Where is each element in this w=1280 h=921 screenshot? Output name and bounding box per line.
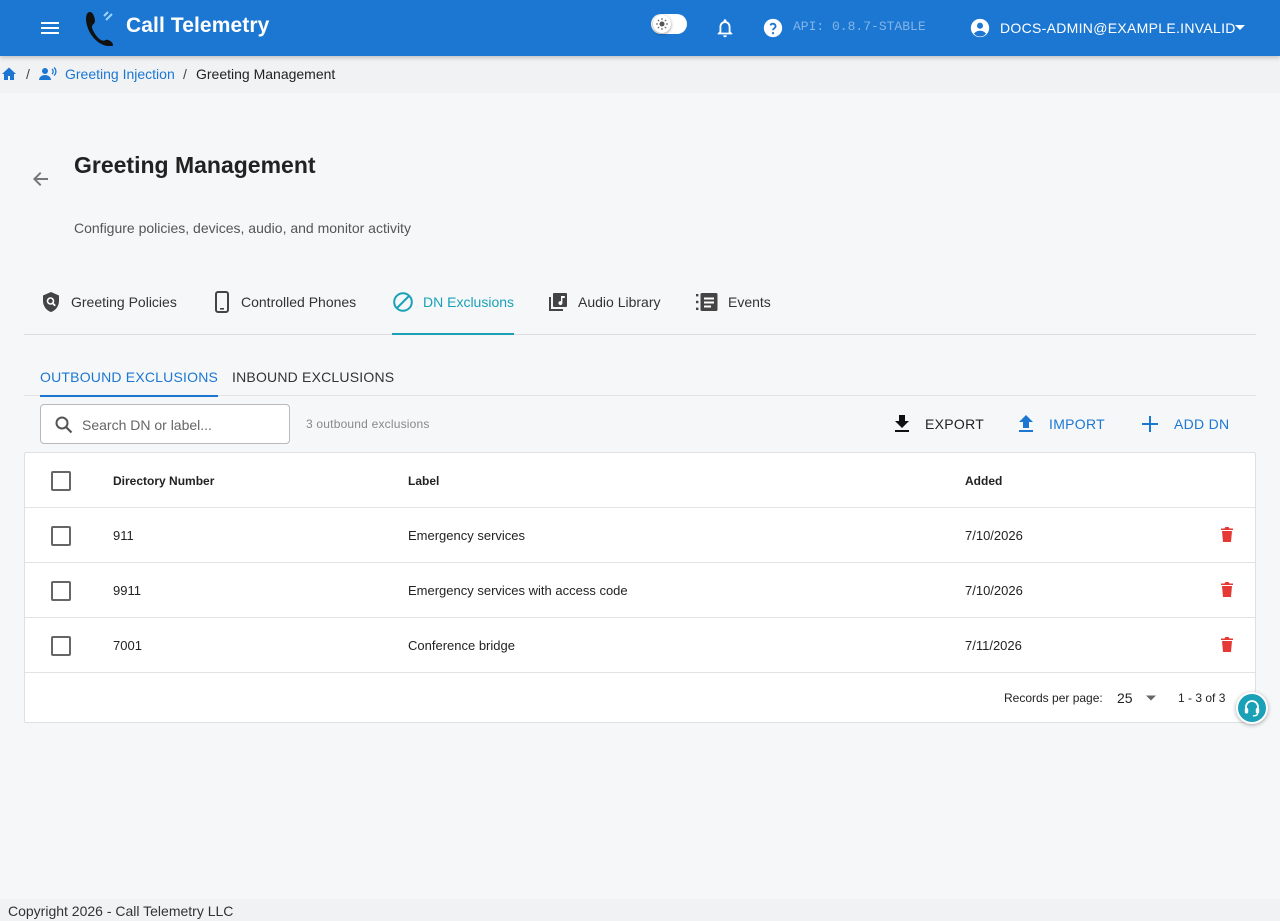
- header-label[interactable]: Label: [408, 474, 439, 488]
- tab-controlled-phones[interactable]: Controlled Phones: [212, 270, 356, 334]
- tab-audio-library[interactable]: Audio Library: [547, 270, 661, 334]
- main-tabs: Greeting Policies Controlled Phones DN E…: [24, 270, 1256, 335]
- add-dn-button[interactable]: ADD DN: [1140, 411, 1229, 437]
- shield-search-icon: [43, 292, 59, 312]
- table-row: 9911 Emergency services with access code…: [25, 563, 1255, 618]
- exclusions-table: Directory Number Label Added 911 Emergen…: [24, 452, 1256, 723]
- chevron-down-icon[interactable]: [1231, 22, 1249, 34]
- exclusion-direction-tabs: OUTBOUND EXCLUSIONS INBOUND EXCLUSIONS: [24, 358, 1256, 397]
- tab-label: Greeting Policies: [71, 294, 177, 310]
- bell-icon[interactable]: [714, 17, 736, 39]
- header-added[interactable]: Added: [965, 474, 1002, 488]
- table-pagination: Records per page: 25 1 - 3 of 3: [25, 673, 1255, 723]
- tab-label: Controlled Phones: [241, 294, 357, 310]
- search-field: [40, 404, 290, 444]
- app-title: Call Telemetry: [126, 14, 270, 37]
- upload-icon: [1019, 415, 1033, 432]
- page-subtitle: Configure policies, devices, audio, and …: [74, 220, 411, 236]
- add-dn-label: ADD DN: [1174, 416, 1230, 432]
- music-library-icon: [549, 293, 567, 311]
- search-icon: [55, 416, 73, 434]
- delete-icon[interactable]: [1221, 637, 1233, 652]
- table-row: 7001 Conference bridge 7/11/2026: [25, 618, 1255, 673]
- tab-events[interactable]: Events: [695, 270, 771, 334]
- cell-added: 7/10/2026: [965, 583, 1023, 598]
- sun-icon: [653, 15, 671, 33]
- table-header: Directory Number Label Added: [25, 453, 1255, 508]
- export-label: EXPORT: [925, 416, 985, 432]
- api-version: API: 0.8.7-STABLE: [793, 19, 926, 34]
- app-bar: Call Telemetry API: 0.8.7-STABLE DOCS-AD…: [0, 0, 1280, 56]
- records-per-page-label: Records per page:: [1004, 691, 1103, 705]
- cell-dn: 911: [113, 528, 134, 543]
- header-directory-number[interactable]: Directory Number: [113, 474, 214, 488]
- cell-dn: 9911: [113, 583, 141, 598]
- records-per-page-value: 25: [1117, 690, 1133, 706]
- download-icon: [895, 415, 909, 432]
- account-menu[interactable]: DOCS-ADMIN@EXAMPLE.INVALID: [1000, 20, 1236, 36]
- row-checkbox[interactable]: [51, 636, 71, 656]
- export-button[interactable]: EXPORT: [893, 411, 984, 437]
- tab-greeting-policies[interactable]: Greeting Policies: [40, 270, 177, 334]
- row-checkbox[interactable]: [51, 581, 71, 601]
- import-button[interactable]: IMPORT: [1017, 411, 1105, 437]
- headset-icon: [1244, 700, 1260, 717]
- breadcrumb-current: Greeting Management: [196, 66, 336, 82]
- tab-label: DN Exclusions: [423, 294, 515, 310]
- cancel-icon: [393, 292, 413, 312]
- search-input[interactable]: [82, 414, 282, 436]
- chevron-down-icon: [1146, 695, 1156, 701]
- list-icon: [696, 293, 718, 311]
- cell-label: Emergency services with access code: [408, 583, 628, 598]
- phone-icon: [215, 291, 229, 313]
- theme-toggle[interactable]: [651, 14, 687, 34]
- back-arrow-icon[interactable]: [30, 168, 52, 190]
- tab-label: Audio Library: [578, 294, 661, 310]
- greeting-injection-icon: [39, 66, 57, 80]
- help-icon[interactable]: [762, 17, 784, 39]
- breadcrumb-separator: /: [26, 66, 30, 82]
- select-all-checkbox[interactable]: [51, 471, 71, 491]
- cell-label: Conference bridge: [408, 638, 515, 653]
- call-telemetry-logo: [86, 11, 113, 46]
- page-title: Greeting Management: [74, 152, 316, 178]
- home-icon[interactable]: [1, 66, 17, 82]
- cell-label: Emergency services: [408, 528, 526, 543]
- menu-icon[interactable]: [38, 16, 62, 40]
- row-checkbox[interactable]: [51, 526, 71, 546]
- tab-dn-exclusions[interactable]: DN Exclusions: [392, 270, 515, 335]
- plus-icon: [1142, 416, 1158, 432]
- delete-icon[interactable]: [1221, 582, 1233, 597]
- copyright-text: Copyright 2026 - Call Telemetry LLC: [8, 903, 234, 919]
- delete-icon[interactable]: [1221, 527, 1233, 542]
- breadcrumb-separator: /: [183, 66, 187, 82]
- cell-added: 7/11/2026: [965, 638, 1022, 653]
- exclusion-count: 3 outbound exclusions: [306, 417, 430, 431]
- import-label: IMPORT: [1049, 416, 1105, 432]
- breadcrumb-greeting-injection[interactable]: Greeting Injection: [65, 66, 175, 82]
- records-per-page-select[interactable]: 25: [1116, 683, 1162, 711]
- breadcrumb: [0, 56, 1280, 93]
- pagination-range: 1 - 3 of 3: [1178, 691, 1226, 705]
- table-row: 911 Emergency services 7/10/2026: [25, 508, 1255, 563]
- cell-added: 7/10/2026: [965, 528, 1023, 543]
- cell-dn: 7001: [113, 638, 142, 653]
- tab-label: Events: [728, 294, 771, 310]
- support-button[interactable]: [1236, 692, 1268, 724]
- tab-outbound-exclusions[interactable]: OUTBOUND EXCLUSIONS: [40, 358, 219, 397]
- account-circle-icon[interactable]: [969, 17, 991, 39]
- tab-inbound-exclusions[interactable]: INBOUND EXCLUSIONS: [232, 358, 394, 396]
